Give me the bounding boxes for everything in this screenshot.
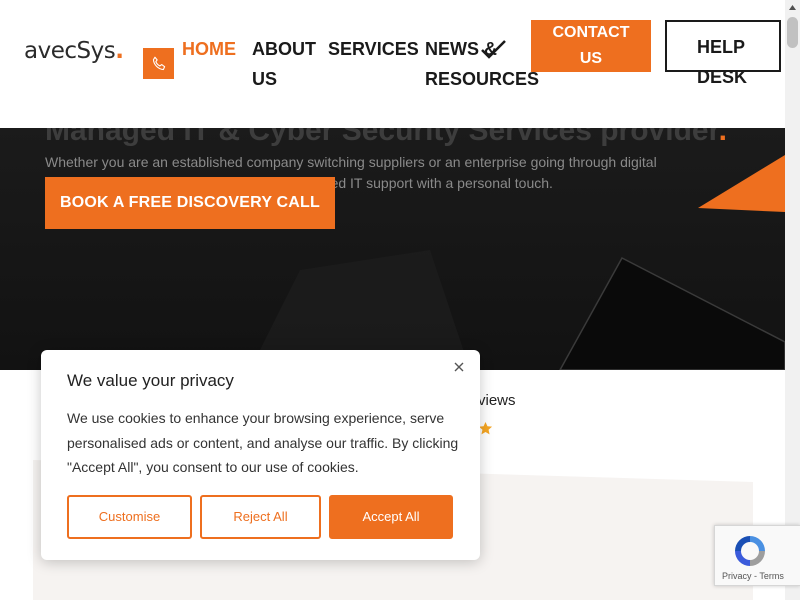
contact-us-button[interactable]: CONTACT US — [531, 20, 651, 72]
hero-section: Managed IT & Cyber Security Services pro… — [0, 100, 785, 370]
cookie-consent-dialog: We value your privacy We use cookies to … — [41, 350, 480, 560]
checkmark-icon — [481, 40, 506, 59]
recaptcha-icon — [735, 536, 765, 566]
accept-all-button[interactable]: Accept All — [329, 495, 453, 539]
star-icon — [478, 421, 493, 435]
nav-services[interactable]: SERVICES — [328, 34, 419, 64]
contact-us-label: CONTACT US — [552, 24, 630, 67]
recaptcha-badge[interactable]: Privacy - Terms — [714, 525, 800, 586]
nav-about-us[interactable]: ABOUT US — [252, 34, 322, 94]
cookie-body: We use cookies to enhance your browsing … — [67, 410, 459, 475]
help-desk-button[interactable]: HELP DESK — [665, 20, 781, 87]
help-desk-label: HELP DESK — [697, 37, 748, 87]
scrollbar-thumb[interactable] — [787, 17, 798, 48]
site-header: avecSys. HOME ABOUT US SERVICES NEWS & R… — [0, 0, 785, 128]
book-discovery-call-button[interactable]: BOOK A FREE DISCOVERY CALL — [45, 177, 335, 229]
logo[interactable]: avecSys. — [24, 38, 124, 64]
recaptcha-links[interactable]: Privacy - Terms — [722, 571, 784, 581]
customise-button[interactable]: Customise — [67, 495, 192, 539]
scroll-up-arrow-icon[interactable] — [785, 0, 800, 15]
reviews-label: views — [478, 392, 516, 409]
reject-all-button[interactable]: Reject All — [200, 495, 321, 539]
phone-icon — [152, 56, 165, 70]
cookie-title: We value your privacy — [67, 371, 234, 390]
close-icon[interactable] — [452, 360, 466, 374]
page: Managed IT & Cyber Security Services pro… — [0, 0, 800, 600]
nav-home[interactable]: HOME — [182, 34, 236, 64]
phone-button[interactable] — [143, 48, 174, 79]
vertical-scrollbar[interactable] — [785, 0, 800, 600]
